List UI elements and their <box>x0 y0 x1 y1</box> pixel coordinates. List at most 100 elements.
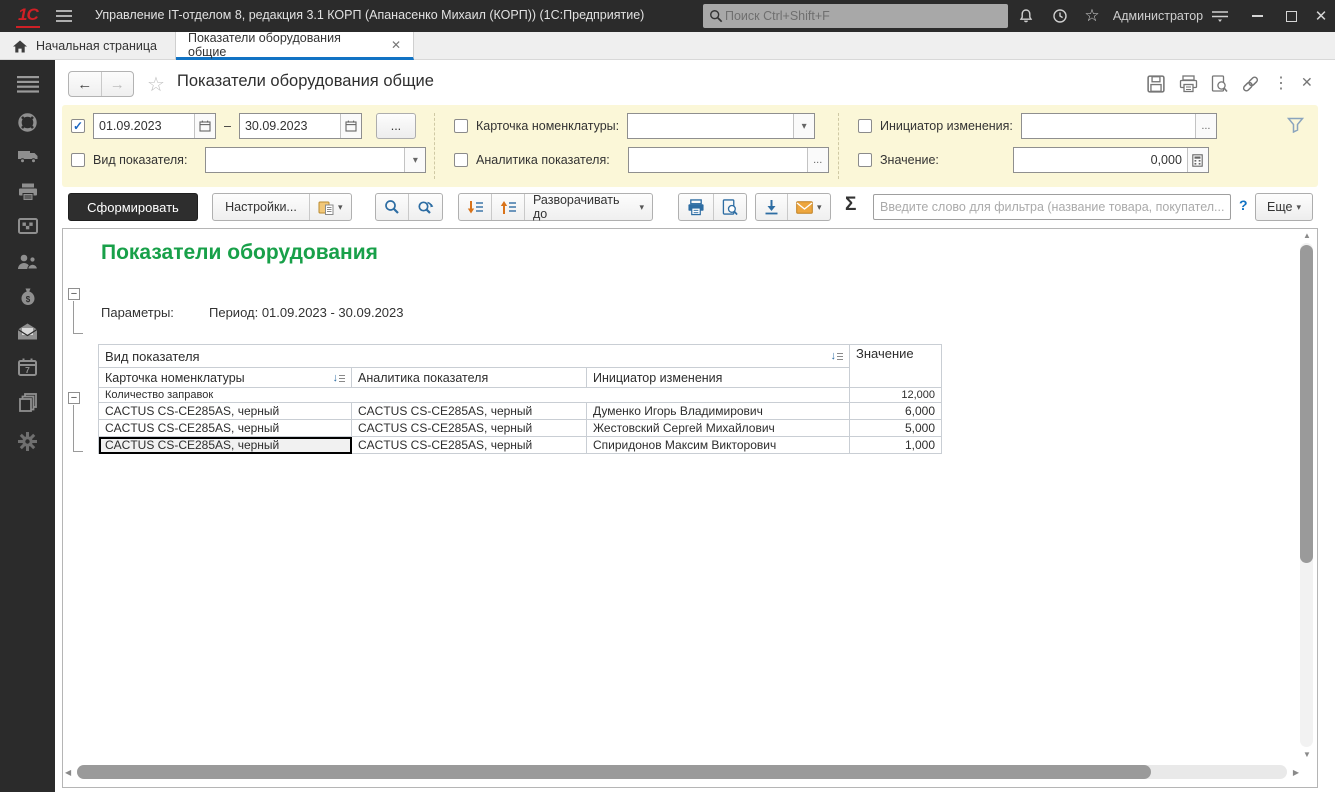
print-report-button[interactable] <box>679 194 713 220</box>
date-to-field[interactable] <box>239 113 362 139</box>
close-form-icon[interactable]: ✕ <box>1301 74 1313 91</box>
more-actions-button[interactable]: Еще ▾ <box>1255 193 1313 221</box>
vid-pokazatelya-checkbox[interactable] <box>71 153 85 167</box>
initsiator-field[interactable]: ... <box>1021 113 1217 139</box>
group-collapse-box[interactable]: − <box>68 288 80 300</box>
mail-open-icon[interactable] <box>0 323 55 340</box>
printer-icon[interactable] <box>0 183 55 201</box>
filter-funnel-icon[interactable] <box>1287 117 1304 133</box>
header-znachenie[interactable]: Значение <box>850 345 942 388</box>
initsiator-input[interactable] <box>1022 119 1195 133</box>
save-icon[interactable] <box>1147 75 1165 93</box>
vscroll-thumb[interactable] <box>1300 245 1313 563</box>
vid-pokazatelya-input[interactable] <box>206 153 404 167</box>
back-button[interactable]: ← <box>69 72 102 96</box>
favorite-star-icon[interactable]: ☆ <box>147 72 165 97</box>
get-link-icon[interactable] <box>1241 75 1260 93</box>
help-button[interactable]: ? <box>1239 197 1248 213</box>
cell-initsiator[interactable]: Спиридонов Максим Викторович <box>587 437 850 454</box>
kartochka-field[interactable]: ▾ <box>627 113 815 139</box>
table-row[interactable]: CACTUS CS-CE285AS, черный CACTUS CS-CE28… <box>99 437 942 454</box>
dropdown-caret-icon[interactable]: ▾ <box>793 114 814 138</box>
cell-analitika[interactable]: CACTUS CS-CE285AS, черный <box>352 420 587 437</box>
calendar-picker-icon[interactable] <box>340 114 361 138</box>
header-analitika[interactable]: Аналитика показателя <box>352 368 587 388</box>
global-search-input[interactable] <box>723 8 983 24</box>
quick-filter-box[interactable] <box>873 194 1231 220</box>
employees-icon[interactable] <box>0 253 55 270</box>
cell-value[interactable]: 5,000 <box>850 420 942 437</box>
settings-button[interactable]: Настройки... <box>213 194 309 220</box>
current-user[interactable]: Администратор <box>1108 0 1208 32</box>
znachenie-checkbox[interactable] <box>858 153 872 167</box>
vid-pokazatelya-field[interactable]: ▾ <box>205 147 426 173</box>
calendar-picker-icon[interactable] <box>194 114 215 138</box>
cell-kartochka[interactable]: CACTUS CS-CE285AS, черный <box>99 403 352 420</box>
choose-ellipsis-icon[interactable]: ... <box>1195 114 1216 138</box>
print-preview-icon[interactable] <box>1211 75 1228 93</box>
date-from-input[interactable] <box>94 119 194 133</box>
documents-icon[interactable] <box>0 393 55 412</box>
favorites-star-icon[interactable]: ☆ <box>1078 0 1106 32</box>
period-checkbox[interactable]: ✓ <box>71 119 85 133</box>
cell-value[interactable]: 6,000 <box>850 403 942 420</box>
hscroll-thumb[interactable] <box>77 765 1151 779</box>
group-value-cell[interactable]: 12,000 <box>850 388 942 403</box>
analitika-input[interactable] <box>629 153 807 167</box>
scroll-left-icon[interactable]: ◀ <box>65 768 71 777</box>
sort-desc-icon[interactable]: ↓ <box>333 373 346 384</box>
minimize-button[interactable] <box>1242 0 1272 32</box>
vertical-scrollbar[interactable]: ▲ ▼ <box>1298 231 1315 759</box>
cell-analitika[interactable]: CACTUS CS-CE285AS, черный <box>352 403 587 420</box>
table-row[interactable]: CACTUS CS-CE285AS, черный CACTUS CS-CE28… <box>99 403 942 420</box>
choose-ellipsis-icon[interactable]: ... <box>807 148 828 172</box>
cell-kartochka[interactable]: CACTUS CS-CE285AS, черный <box>99 420 352 437</box>
notifications-bell-icon[interactable] <box>1012 0 1040 32</box>
delivery-truck-icon[interactable] <box>0 148 55 164</box>
cell-kartochka-selected[interactable]: CACTUS CS-CE285AS, черный <box>99 437 352 454</box>
znachenie-field[interactable] <box>1013 147 1209 173</box>
sections-menu-icon[interactable] <box>0 76 55 93</box>
main-menu-icon[interactable] <box>52 0 76 32</box>
maximize-button[interactable] <box>1276 0 1306 32</box>
scroll-down-icon[interactable]: ▼ <box>1303 750 1311 759</box>
header-initsiator[interactable]: Инициатор изменения <box>587 368 850 388</box>
period-more-button[interactable]: ... <box>376 113 416 139</box>
sum-sigma-icon[interactable]: Σ <box>845 194 856 216</box>
analitika-checkbox[interactable] <box>454 153 468 167</box>
horizontal-scrollbar[interactable]: ◀ ▶ <box>65 763 1299 781</box>
services-helm-icon[interactable] <box>0 112 55 133</box>
group-collapse-box[interactable]: − <box>68 392 80 404</box>
tab-report[interactable]: Показатели оборудования общие ✕ <box>176 32 414 60</box>
cell-value[interactable]: 1,000 <box>850 437 942 454</box>
forward-button[interactable]: → <box>102 72 134 96</box>
report-variants-button[interactable]: ▾ <box>309 194 351 220</box>
znachenie-input[interactable] <box>1014 153 1187 167</box>
cell-initsiator[interactable]: Думенко Игорь Владимирович <box>587 403 850 420</box>
send-email-button[interactable]: ▾ <box>787 194 830 220</box>
collapse-groups-button[interactable] <box>459 194 491 220</box>
assets-flag-icon[interactable] <box>0 218 55 234</box>
generate-button[interactable]: Сформировать <box>68 193 198 221</box>
preview-report-button[interactable] <box>713 194 746 220</box>
close-window-button[interactable]: ✕ <box>1308 0 1334 32</box>
more-dots-icon[interactable]: ⋮ <box>1273 73 1289 93</box>
scroll-up-icon[interactable]: ▲ <box>1303 231 1311 240</box>
analitika-field[interactable]: ... <box>628 147 829 173</box>
calculator-icon[interactable] <box>1187 148 1208 172</box>
quick-filter-input[interactable] <box>874 200 1230 214</box>
settings-gear-icon[interactable] <box>0 432 55 451</box>
date-from-field[interactable] <box>93 113 216 139</box>
calendar-icon[interactable]: 7 <box>0 358 55 376</box>
print-icon[interactable] <box>1179 75 1198 93</box>
header-vid-pokazatelya[interactable]: Вид показателя ↓ <box>99 345 850 368</box>
tab-close-icon[interactable]: ✕ <box>391 38 401 52</box>
initsiator-checkbox[interactable] <box>858 119 872 133</box>
save-file-button[interactable] <box>756 194 787 220</box>
cell-initsiator[interactable]: Жестовский Сергей Михайлович <box>587 420 850 437</box>
dropdown-caret-icon[interactable]: ▾ <box>404 148 425 172</box>
history-icon[interactable] <box>1046 0 1074 32</box>
table-row-group[interactable]: Количество заправок 12,000 <box>99 388 942 403</box>
table-row[interactable]: CACTUS CS-CE285AS, черный CACTUS CS-CE28… <box>99 420 942 437</box>
tab-home[interactable]: Начальная страница <box>0 32 176 60</box>
